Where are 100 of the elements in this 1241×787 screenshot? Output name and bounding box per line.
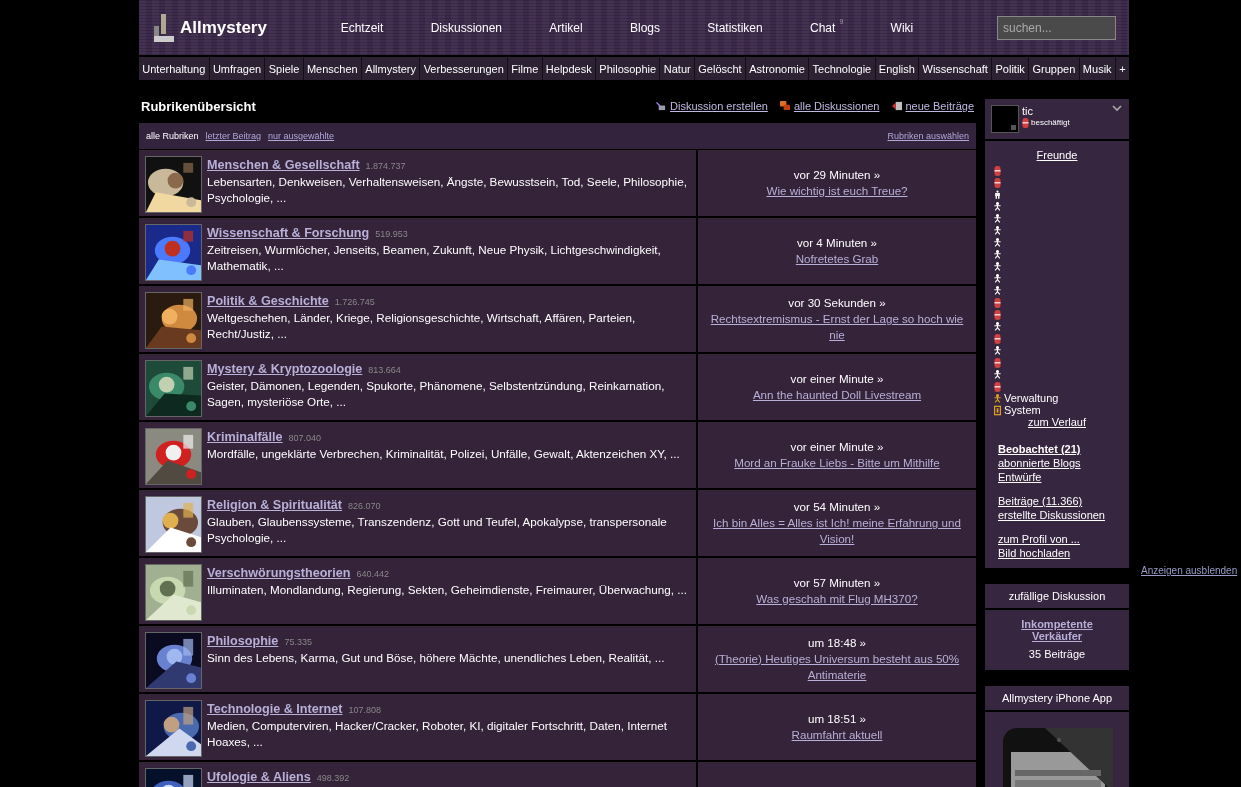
rubric-link[interactable]: Ufologie & Aliens [207, 770, 311, 784]
group-label: Verwaltung [1004, 392, 1059, 404]
category-tab[interactable]: English [875, 57, 919, 80]
history-link[interactable]: zum Verlauf [994, 416, 1120, 428]
nav-link[interactable]: Blogs [630, 20, 661, 35]
category-tab[interactable]: Gelöscht [694, 57, 745, 80]
nav-link[interactable]: Artikel [549, 20, 583, 35]
chevron-down-icon[interactable] [1112, 105, 1122, 112]
last-topic-link[interactable]: Rechtsextremismus - Ernst der Lage so hoch wie nie [708, 311, 966, 343]
hide-ads-link[interactable]: Anzeigen ausblenden [1141, 565, 1238, 576]
last-topic-link[interactable]: Mord an Frauke Liebs - Bitte um Mithilfe [734, 455, 940, 471]
filter-tab[interactable]: letzter Beitrag [205, 131, 262, 141]
rubric-link[interactable]: Religion & Spiritualität [207, 498, 343, 512]
pencil-icon [656, 101, 667, 111]
rubric-topics: Zeitreisen, Wurmlöcher, Jenseits, Beamen, Zukunft, Neue Physik, Lichtgeschwindigkeit, Mathematik, ... [207, 242, 662, 274]
rubric-link[interactable]: Politik & Geschichte [207, 294, 329, 308]
rubric-topics: Sinn des Lebens, Karma, Gut und Böse, höhere Mächte, unendliches Leben, Realität, ... [207, 650, 665, 666]
rubric-topics: Weltgeschehen, Länder, Kriege, Religionsgeschichte, Wirtschaft, Affären, Parteien, Recht/Justiz, ... [207, 310, 637, 342]
category-tab[interactable]: Filme [508, 57, 542, 80]
nav-link[interactable]: Diskussionen [430, 20, 503, 35]
user-status: beschäftigt [1031, 118, 1070, 127]
site-logo[interactable]: Allmystery [180, 17, 267, 38]
rubric-link[interactable]: Kriminalfälle [207, 430, 283, 444]
last-topic-link[interactable]: Ann the haunted Doll Livestream [752, 387, 922, 403]
action-link[interactable]: alle Diskussionen [793, 100, 880, 112]
category-tab[interactable]: Philosophie [596, 57, 660, 80]
last-topic-link[interactable]: Nofretetes Grab [795, 251, 879, 267]
category-tab[interactable]: + [1115, 57, 1129, 80]
last-post-time: vor 57 Minuten » [793, 575, 881, 591]
post-count: 640.442 [356, 569, 389, 579]
last-post-time: vor 30 Sekunden » [788, 295, 886, 311]
rubric-link[interactable]: Mystery & Kryptozoologie [207, 362, 363, 376]
select-rubrics-link[interactable]: Rubriken auswählen [887, 131, 969, 141]
category-tab[interactable]: Verbesserungen [420, 57, 508, 80]
last-topic-link[interactable]: Raumfahrt aktuell [791, 727, 883, 743]
sidebar-link[interactable]: Entwürfe [998, 470, 1120, 484]
rubric-link[interactable]: Philosophie [207, 634, 279, 648]
post-count: 75.335 [284, 637, 312, 647]
rubric-link[interactable]: Menschen & Gesellschaft [207, 158, 360, 172]
rubric-topics: Illuminaten, Mondlandung, Regierung, Sekten, Geheimdienste, Freimaurer, Überwachung, ... [207, 582, 688, 598]
friends-link[interactable]: Freunde [994, 149, 1120, 161]
category-tab[interactable]: Politik [992, 57, 1029, 80]
sidebar-link[interactable]: erstellte Diskussionen [998, 508, 1120, 522]
category-tab[interactable]: Unterhaltung [139, 57, 209, 80]
post-count: 1.726.745 [334, 297, 375, 307]
last-post-time: vor einer Minute » [790, 371, 884, 387]
busy-status-icon [1022, 117, 1029, 128]
category-tab[interactable]: Allmystery [362, 57, 420, 80]
nav-link[interactable]: Statistiken [707, 20, 763, 35]
category-tab[interactable]: Wissenschaft [919, 57, 992, 80]
nav-link[interactable]: Echtzeit [340, 20, 384, 35]
discussion-link[interactable]: Inkompetente Verkäufer [1005, 618, 1109, 642]
rubric-topics: Geister, Dämonen, Legenden, Spukorte, Phänomene, Selbstentzündung, Reinkarnation, Sagen, mysteriöse Orte, ... [207, 378, 666, 410]
avatar [991, 105, 1019, 133]
rubric-link[interactable]: Wissenschaft & Forschung [207, 226, 370, 240]
panel-title: zufällige Diskussion [985, 584, 1129, 610]
search-field[interactable]: suchen... [997, 15, 1116, 40]
sidebar-link[interactable]: Beiträge (11.366) [998, 494, 1120, 508]
last-topic-link[interactable]: Was geschah mit Flug MH370? [756, 591, 918, 607]
last-topic-link[interactable]: Ich bin Alles = Alles ist Ich! meine Erfahrung und Vision! [708, 515, 966, 547]
category-tab[interactable]: Spiele [265, 57, 303, 80]
filter-tab[interactable]: alle Rubriken [146, 131, 199, 141]
logo-icon [152, 13, 174, 42]
post-count: 813.664 [368, 365, 401, 375]
rubric-link[interactable]: Technologie & Internet [207, 702, 343, 716]
last-post-time: vor 29 Minuten » [793, 167, 881, 183]
sidebar-link[interactable]: Beobachtet (21) [998, 442, 1120, 456]
sidebar-link[interactable]: abonnierte Blogs [998, 456, 1120, 470]
post-count: 107.808 [348, 705, 382, 715]
page-title: Rubrikenübersicht [141, 98, 256, 114]
action-link[interactable]: Diskussion erstellen [670, 100, 768, 112]
action-link[interactable]: neue Beiträge [905, 100, 974, 112]
category-tab[interactable]: Astronomie [746, 57, 809, 80]
category-tab[interactable]: Umfragen [209, 57, 265, 80]
category-tab[interactable]: Natur [660, 57, 694, 80]
door-icon [994, 404, 1001, 416]
category-tab[interactable]: Helpdesk [542, 57, 595, 80]
nav-link[interactable]: Wiki [890, 20, 914, 35]
category-tab[interactable]: Gruppen [1029, 57, 1079, 80]
rubric-link[interactable]: Verschwörungstheorien [207, 566, 351, 580]
new-post-icon [891, 101, 902, 111]
filter-tab[interactable]: nur ausgewählte [268, 131, 335, 141]
category-tab[interactable]: Musik [1079, 57, 1115, 80]
last-post-time: vor einer Minute » [790, 439, 884, 455]
rubric-topics: Mordfälle, ungeklärte Verbrechen, Kriminalität, Polizei, Unfälle, Gewalt, Aktenzeichen XY, ... [207, 446, 680, 462]
group-label: System [1004, 404, 1041, 416]
user-name: tic [1022, 105, 1034, 117]
category-tab[interactable]: Menschen [303, 57, 361, 80]
last-post-time: vor 4 Minuten » [797, 235, 877, 251]
post-count: 35 Beiträge [1028, 648, 1086, 660]
post-count: 826.070 [348, 501, 381, 511]
sidebar-link[interactable]: zum Profil von ... [998, 532, 1120, 546]
post-count: 1.874.737 [365, 161, 406, 171]
last-post-time: vor 54 Minuten » [793, 499, 881, 515]
person-icon [994, 392, 1001, 404]
category-tab[interactable]: Technologie [809, 57, 875, 80]
post-count: 807.040 [288, 433, 322, 443]
last-topic-link[interactable]: Wie wichtig ist euch Treue? [766, 183, 908, 199]
last-topic-link[interactable]: (Theorie) Heutiges Universum besteht aus 50% Antimaterie [708, 651, 966, 683]
sidebar-link[interactable]: Bild hochladen [998, 546, 1120, 560]
